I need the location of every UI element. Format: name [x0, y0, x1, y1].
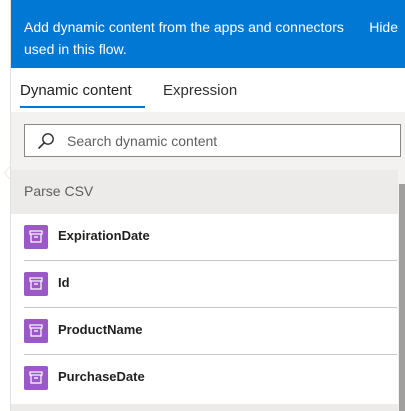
search-input[interactable] [67, 125, 387, 156]
list-bottom-strip [11, 404, 398, 411]
tab-dynamic-content[interactable]: Dynamic content [20, 80, 132, 102]
search-box[interactable] [24, 124, 401, 157]
hide-button[interactable]: Hide [369, 16, 398, 38]
list-item-productname[interactable]: ProductName [11, 308, 398, 355]
search-icon [38, 133, 54, 149]
banner-text: Add dynamic content from the apps and co… [24, 19, 344, 57]
list-item-label: Id [58, 275, 70, 290]
dynamic-content-panel: Add dynamic content from the apps and co… [10, 0, 405, 411]
list-item-expirationdate[interactable]: ExpirationDate [11, 214, 398, 261]
dynamic-content-body: Parse CSV ExpirationDate [11, 112, 405, 411]
data-operation-icon [24, 225, 48, 249]
data-operation-icon [24, 272, 48, 296]
data-operation-icon [24, 366, 48, 390]
tab-bar: Dynamic content Expression [11, 68, 405, 112]
data-operation-icon [24, 319, 48, 343]
scrollbar-thumb[interactable] [399, 184, 405, 411]
tab-expression[interactable]: Expression [163, 80, 237, 102]
list-item-label: ProductName [58, 322, 143, 337]
list-item-label: ExpirationDate [58, 228, 150, 243]
scrollbar[interactable] [398, 170, 405, 411]
section-title: Parse CSV [24, 183, 94, 199]
list-item-label: PurchaseDate [58, 369, 145, 384]
info-banner: Add dynamic content from the apps and co… [11, 0, 405, 68]
section-header-parse-csv[interactable]: Parse CSV [11, 170, 398, 214]
list-item-purchasedate[interactable]: PurchaseDate [11, 355, 398, 402]
list-item-id[interactable]: Id [11, 261, 398, 308]
dynamic-content-list: ExpirationDate Id ProductName PurchaseDa… [11, 214, 398, 404]
active-tab-indicator [20, 106, 145, 108]
